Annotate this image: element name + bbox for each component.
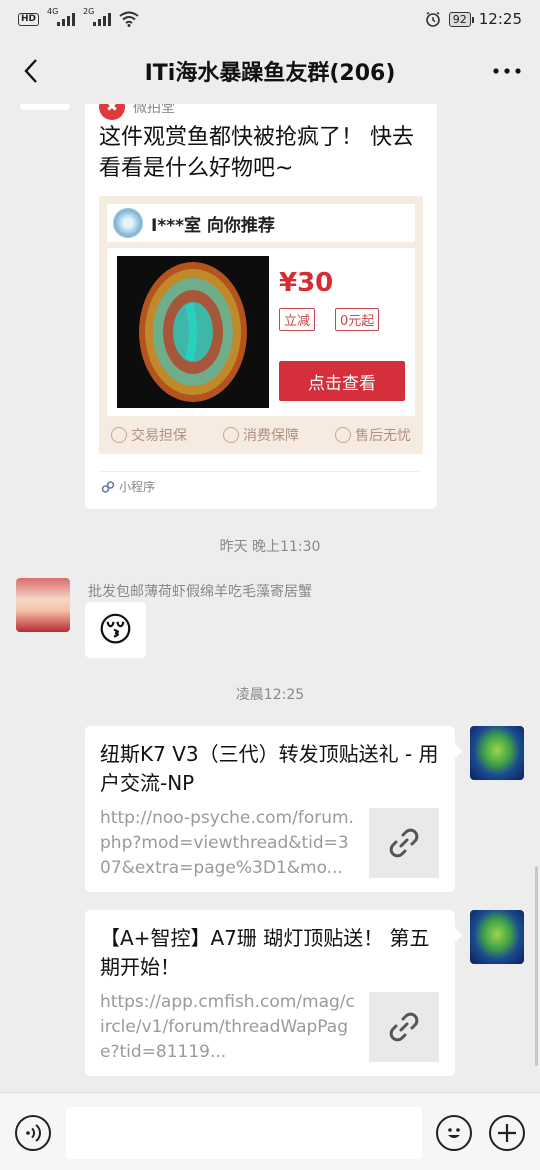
status-right: 92 12:25 <box>425 10 522 28</box>
link-title: 【A+智控】A7珊 瑚灯顶贴送！ 第五期开始！ <box>100 926 430 979</box>
emoji-button[interactable] <box>436 1115 472 1151</box>
more-functions-button[interactable] <box>489 1115 525 1151</box>
shop-recommend-text: I***室 向你推荐 <box>151 215 275 236</box>
back-button[interactable] <box>14 54 48 88</box>
mini-program-description: 这件观赏鱼都快被抢疯了！ 快去看看是什么好物吧~ <box>99 125 414 181</box>
wifi-icon <box>119 11 139 27</box>
chat-header: ITi海水暴躁鱼友群(206) <box>0 38 540 104</box>
mini-program-label: 小程序 <box>119 480 156 494</box>
product-price: ¥30 <box>279 268 334 298</box>
guarantee-item: 售后无忧 <box>335 425 411 445</box>
avatar[interactable] <box>16 578 70 632</box>
view-product-button[interactable]: 点击查看 <box>279 361 405 401</box>
signal-icon-2: 2G <box>83 7 112 26</box>
coral-product-image <box>117 256 269 408</box>
avatar[interactable] <box>470 726 524 780</box>
voice-icon <box>26 1124 41 1142</box>
chat-message-list[interactable]: ✖ 微拍堂 这件观赏鱼都快被抢疯了！ 快去看看是什么好物吧~ I***室 向你推… <box>0 104 540 1092</box>
weipaitang-logo-icon: ✖ <box>99 104 125 120</box>
sender-name: 批发包邮薄荷虾假绵羊吃毛藻寄居蟹 <box>88 584 312 600</box>
timestamp: 凌晨12:25 <box>235 687 305 703</box>
avatar[interactable] <box>470 910 524 964</box>
guarantee-item: 交易担保 <box>111 425 187 445</box>
shield-icon <box>223 427 239 443</box>
product-preview[interactable]: I***室 向你推荐 ¥30 立减 0元起 点击查看 交易担保 消费保障 售后无… <box>99 196 423 454</box>
status-left: HD 4G 2G <box>18 7 139 27</box>
shield-icon <box>335 427 351 443</box>
alarm-icon <box>425 11 440 27</box>
tag-zero-start: 0元起 <box>335 308 380 331</box>
status-bar: HD 4G 2G 92 12:25 <box>0 0 540 38</box>
product-panel: ¥30 立减 0元起 点击查看 <box>107 248 415 416</box>
voice-button[interactable] <box>15 1115 51 1151</box>
shop-avatar <box>113 208 143 238</box>
timestamp: 昨天 晚上11:30 <box>219 539 321 555</box>
chevron-left-icon <box>24 59 37 83</box>
link-url: http://noo-psyche.com/forum.php?mod=view… <box>100 808 354 878</box>
link-card[interactable]: 【A+智控】A7珊 瑚灯顶贴送！ 第五期开始！ https://app.cmfi… <box>85 910 463 1076</box>
emoji-message[interactable]: 😚 <box>85 602 146 658</box>
more-button[interactable] <box>490 54 524 88</box>
smiley-icon <box>448 1128 460 1138</box>
mini-program-source-name: 微拍堂 <box>133 104 175 116</box>
status-time: 12:25 <box>478 10 522 28</box>
tag-discount: 立减 <box>279 308 316 331</box>
message-input[interactable] <box>66 1107 422 1159</box>
plus-icon <box>498 1124 516 1142</box>
link-url: https://app.cmfish.com/mag/circle/v1/for… <box>100 992 355 1062</box>
input-bar <box>0 1092 540 1170</box>
shield-icon <box>111 427 127 443</box>
mini-program-icon <box>101 480 115 493</box>
more-dots-icon <box>493 68 521 74</box>
hd-badge: HD <box>18 12 40 26</box>
divider <box>99 471 419 472</box>
signal-icon-1: 4G <box>47 7 76 26</box>
link-thumbnail <box>369 808 439 878</box>
link-card[interactable]: 纽斯K7 V3（三代）转发顶贴送礼 - 用户交流-NP http://noo-p… <box>85 726 463 892</box>
mini-program-source: ✖ 微拍堂 <box>99 104 175 120</box>
guarantee-row: 交易担保 消费保障 售后无忧 <box>111 425 411 445</box>
guarantee-item: 消费保障 <box>223 425 299 445</box>
battery-indicator: 92 <box>448 11 474 27</box>
previous-message-fragment <box>20 104 70 110</box>
mini-program-footer: 小程序 <box>101 478 155 495</box>
mini-program-card[interactable]: ✖ 微拍堂 这件观赏鱼都快被抢疯了！ 快去看看是什么好物吧~ I***室 向你推… <box>85 104 437 509</box>
shop-recommend-line: I***室 向你推荐 <box>107 204 415 242</box>
link-icon <box>389 828 419 858</box>
scrollbar[interactable] <box>535 866 538 1066</box>
chat-title: ITi海水暴躁鱼友群(206) <box>144 61 396 86</box>
link-icon <box>389 1012 419 1042</box>
link-thumbnail <box>369 992 439 1062</box>
link-title: 纽斯K7 V3（三代）转发顶贴送礼 - 用户交流-NP <box>100 742 439 795</box>
